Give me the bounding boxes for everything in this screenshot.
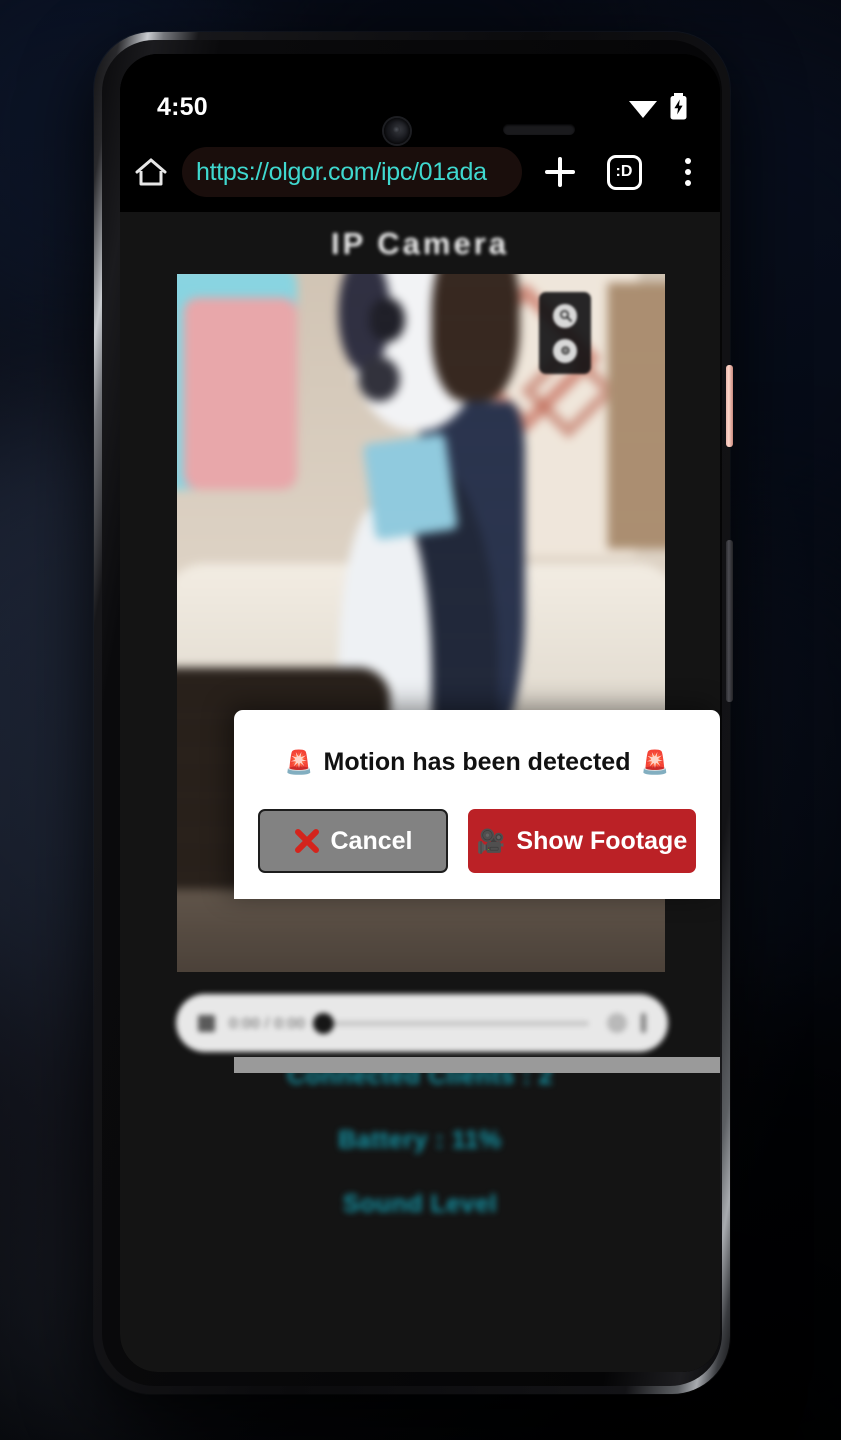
status-clock: 4:50 — [157, 93, 208, 121]
wifi-icon — [629, 101, 657, 118]
power-button[interactable] — [726, 365, 733, 447]
player-menu-icon[interactable] — [641, 1013, 646, 1033]
volume-button[interactable] — [726, 540, 733, 702]
red-x-icon — [294, 829, 319, 853]
stat-battery: Battery : 11% — [338, 1126, 502, 1154]
home-button[interactable] — [120, 157, 182, 187]
home-icon — [135, 158, 167, 186]
video-player-controls[interactable]: 0:00 / 0:00 — [176, 994, 668, 1052]
volume-icon[interactable] — [607, 1013, 627, 1033]
dialog-title: 🚨 Motion has been detected 🚨 — [258, 748, 696, 777]
video-overlay-controls[interactable] — [539, 292, 591, 374]
phone-screen: 4:50 https://olgor.com/ipc/01ada:D IP C… — [120, 54, 720, 1372]
show-footage-button-label: Show Footage — [516, 826, 688, 855]
progress-slider[interactable] — [313, 1012, 589, 1034]
phone-device: 4:50 https://olgor.com/ipc/01ada:D IP C… — [94, 32, 733, 1394]
dialog-title-text: Motion has been detected — [323, 748, 631, 776]
cancel-button-label: Cancel — [330, 826, 413, 855]
url-bar[interactable]: https://olgor.com/ipc/01ada — [182, 147, 522, 197]
status-bar: 4:50 — [120, 54, 720, 132]
cancel-button[interactable]: Cancel — [258, 809, 448, 873]
search-icon — [559, 310, 572, 322]
dialog-shadow-bar — [234, 1057, 720, 1073]
stat-sound-level: Sound Level — [342, 1190, 498, 1218]
camera-stats: Connected Clients : 2 Battery : 11% Soun… — [120, 1062, 720, 1254]
gear-icon — [560, 346, 570, 355]
battery-charging-icon — [670, 93, 687, 120]
front-camera-icon — [384, 118, 410, 144]
progress-knob[interactable] — [313, 1012, 335, 1034]
url-text[interactable]: https://olgor.com/ipc/01ada — [196, 158, 487, 187]
motion-detected-dialog: 🚨 Motion has been detected 🚨 Cancel 🎥 Sh… — [234, 710, 720, 899]
status-icons — [628, 93, 687, 122]
earpiece-speaker-icon — [503, 124, 575, 135]
dialog-button-row: Cancel 🎥 Show Footage — [258, 809, 696, 873]
new-tab-button[interactable] — [528, 140, 592, 204]
plus-icon — [545, 157, 575, 187]
settings-button[interactable] — [553, 338, 577, 363]
page-title: IP Camera — [330, 226, 510, 261]
rotating-light-icon-right: 🚨 — [640, 749, 670, 775]
show-footage-button[interactable]: 🎥 Show Footage — [468, 809, 696, 873]
three-dot-menu-icon — [685, 158, 691, 186]
stop-icon[interactable] — [198, 1014, 215, 1032]
rotating-light-icon-left: 🚨 — [284, 749, 314, 775]
movie-camera-icon: 🎥 — [476, 827, 506, 854]
player-time-label: 0:00 / 0:00 — [229, 1014, 306, 1032]
zoom-button[interactable] — [553, 303, 577, 328]
tab-switcher-button[interactable]: :D — [592, 140, 656, 204]
tab-count-badge: :D — [606, 154, 642, 190]
browser-toolbar: https://olgor.com/ipc/01ada :D — [120, 132, 720, 212]
overflow-menu-button[interactable] — [656, 140, 720, 204]
